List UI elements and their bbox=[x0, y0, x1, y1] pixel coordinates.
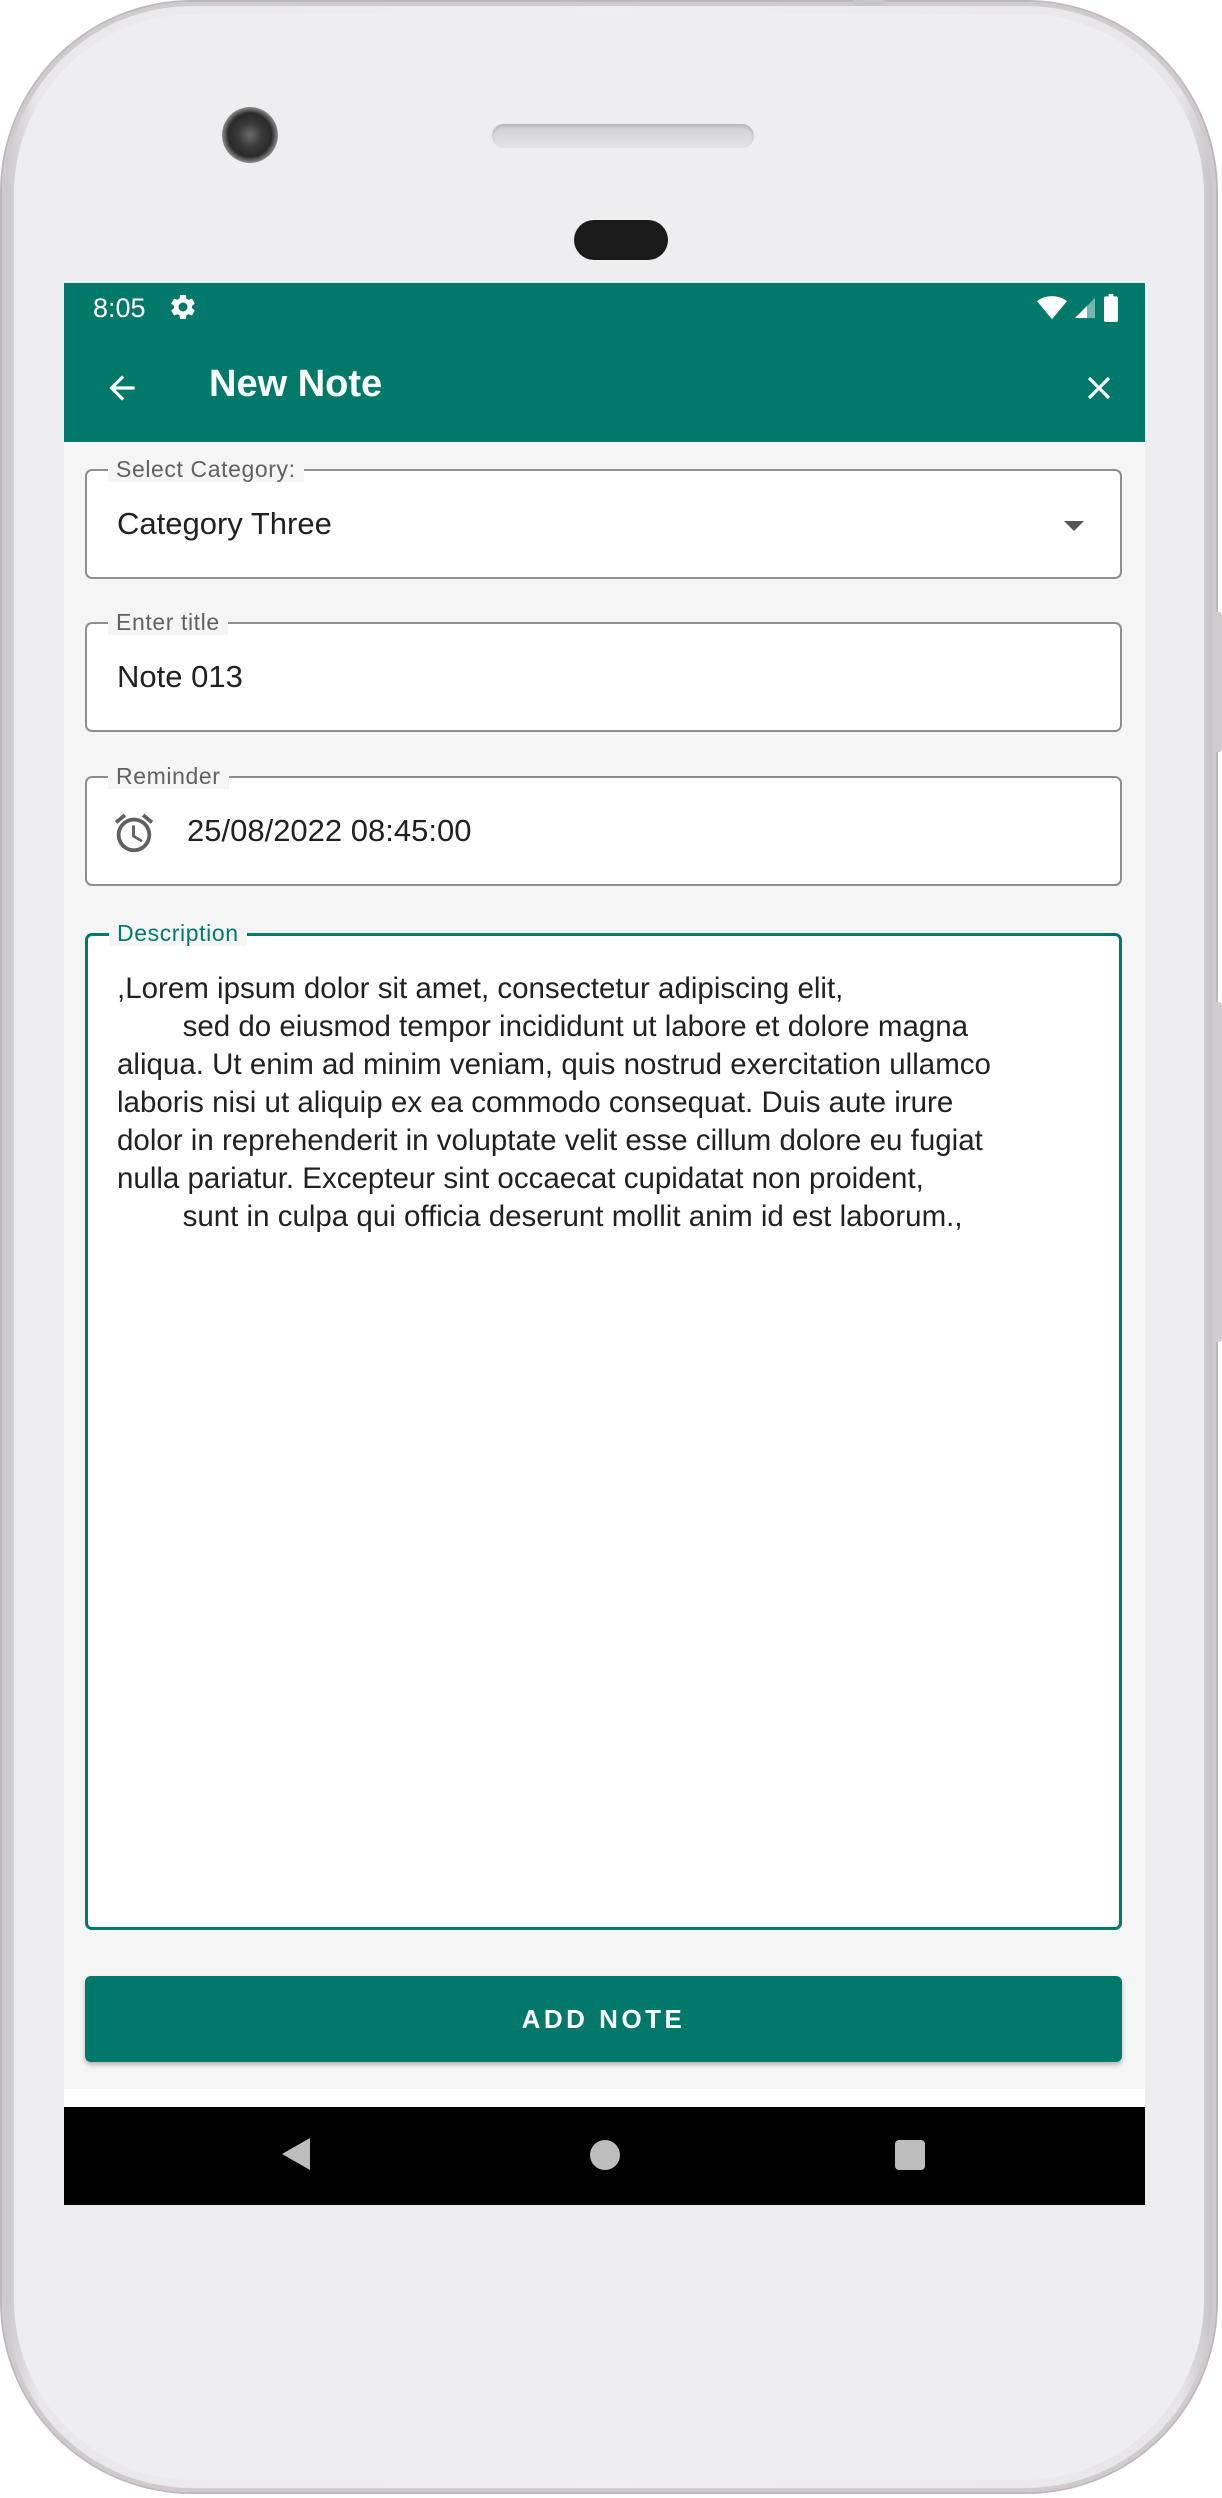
speaker-grill bbox=[492, 124, 754, 148]
device-screen: 8:05 New Note Select Category: Category … bbox=[64, 283, 1145, 2205]
battery-icon bbox=[1104, 294, 1118, 322]
description-text: ,Lorem ipsum dolor sit amet, consectetur… bbox=[117, 972, 991, 1233]
signal-icon bbox=[1075, 298, 1095, 318]
title-value: Note 013 bbox=[117, 659, 243, 694]
reminder-value: 25/08/2022 08:45:00 bbox=[187, 813, 472, 848]
wifi-icon bbox=[1037, 296, 1067, 320]
arrow-back-icon bbox=[109, 375, 135, 401]
nav-recents-icon[interactable] bbox=[895, 2140, 925, 2170]
category-select[interactable]: Select Category: Category Three bbox=[85, 456, 1122, 579]
alarm-clock-icon bbox=[114, 813, 154, 853]
gear-icon bbox=[171, 294, 195, 319]
description-textarea[interactable]: Description ,Lorem ipsum dolor sit amet,… bbox=[85, 920, 1122, 1930]
app-bar: New Note bbox=[64, 333, 1145, 442]
nav-home-icon[interactable] bbox=[590, 2140, 620, 2170]
status-bar: 8:05 bbox=[64, 283, 1145, 333]
status-icons bbox=[1037, 293, 1119, 323]
category-value: Category Three bbox=[117, 506, 332, 541]
nav-back-icon[interactable] bbox=[282, 2138, 310, 2170]
title-input[interactable]: Enter title Note 013 bbox=[85, 609, 1122, 732]
close-icon bbox=[1087, 376, 1111, 400]
front-camera-icon bbox=[222, 107, 278, 163]
note-form: Select Category: Category Three Enter ti… bbox=[64, 442, 1145, 2089]
close-button[interactable] bbox=[1071, 360, 1127, 416]
back-button[interactable] bbox=[94, 360, 150, 416]
phone-top-button bbox=[854, 0, 884, 6]
phone-power-button bbox=[1214, 612, 1222, 752]
dropdown-arrow-icon bbox=[1064, 521, 1084, 531]
status-time: 8:05 bbox=[93, 293, 146, 323]
page-title: New Note bbox=[209, 363, 383, 405]
description-label: Description bbox=[109, 920, 247, 946]
add-note-button[interactable]: ADD NOTE bbox=[85, 1976, 1122, 2062]
proximity-sensor bbox=[574, 220, 668, 260]
reminder-input[interactable]: Reminder 25/08/2022 08:45:00 bbox=[85, 763, 1122, 886]
phone-volume-button bbox=[1214, 1002, 1222, 1342]
system-nav-bar bbox=[64, 2107, 1145, 2205]
